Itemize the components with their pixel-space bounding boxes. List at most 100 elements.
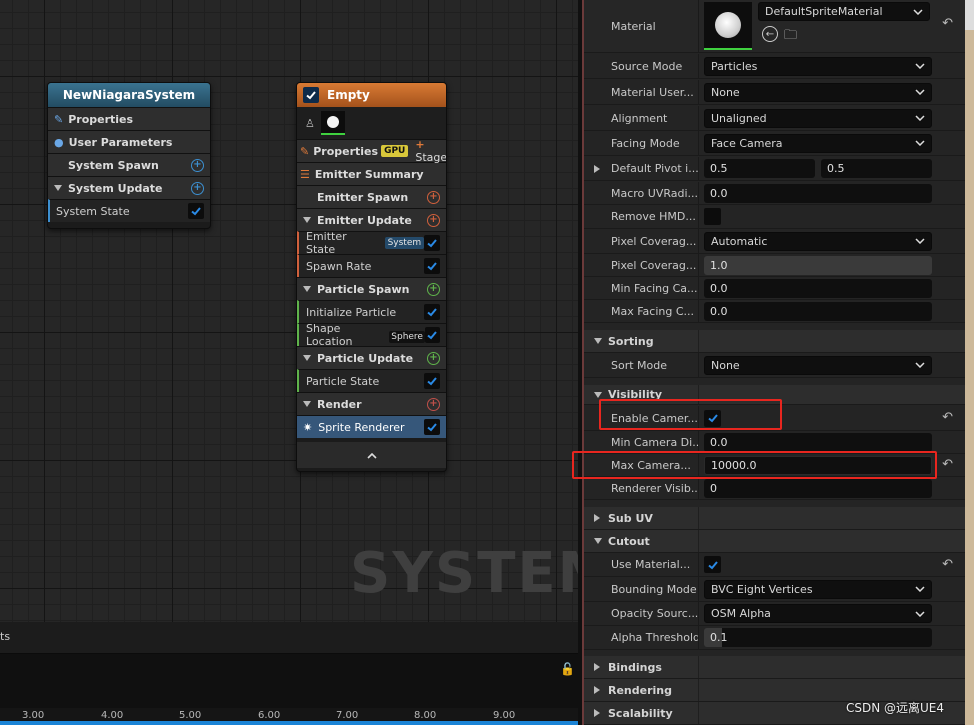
timeline-playback-range[interactable] bbox=[0, 721, 578, 725]
add-module-icon[interactable]: + bbox=[191, 158, 204, 172]
user-parameters-row[interactable]: ● User Parameters bbox=[48, 130, 210, 153]
niagara-graph[interactable]: SYSTEM NewNiagaraSystem ✎ Properties ● U… bbox=[0, 0, 613, 622]
alignment-dropdown[interactable]: Unaligned bbox=[704, 108, 932, 128]
collapse-node-button[interactable] bbox=[297, 442, 446, 468]
browse-icon[interactable]: 🗀 bbox=[784, 26, 797, 48]
max-facing-field[interactable]: 0.0 bbox=[704, 301, 932, 321]
system-node-title[interactable]: NewNiagaraSystem bbox=[48, 83, 210, 107]
collapse-icon[interactable] bbox=[303, 217, 311, 223]
sorting-category[interactable]: Sorting bbox=[584, 330, 965, 353]
reset-to-default-icon[interactable]: ↶ bbox=[942, 16, 953, 31]
enable-checkbox[interactable] bbox=[424, 419, 440, 435]
opacity-source-dropdown[interactable]: OSM Alpha bbox=[704, 604, 932, 623]
enable-checkbox[interactable] bbox=[424, 258, 440, 274]
enable-checkbox[interactable] bbox=[424, 235, 440, 251]
emitter-state-row[interactable]: Emitter State System bbox=[297, 230, 446, 256]
timeline-panel[interactable]: ts 🔓 3.00 4.00 5.00 6.00 7.00 8.00 9.00 bbox=[0, 622, 578, 725]
opacity-source-row: Opacity Sourc... OSM Alpha bbox=[584, 602, 965, 626]
particle-state-row[interactable]: Particle State bbox=[297, 369, 446, 392]
subuv-category[interactable]: Sub UV bbox=[584, 507, 965, 530]
sprite-renderer-label: Sprite Renderer bbox=[318, 420, 405, 434]
emitter-node-title[interactable]: Empty bbox=[297, 83, 446, 107]
add-module-icon[interactable]: + bbox=[427, 213, 440, 227]
sort-mode-dropdown[interactable]: None bbox=[704, 355, 932, 375]
collapse-icon[interactable] bbox=[54, 185, 62, 191]
add-module-icon[interactable]: + bbox=[427, 190, 440, 204]
remove-hmd-checkbox[interactable] bbox=[704, 208, 721, 225]
reset-to-default-icon[interactable]: ↶ bbox=[942, 557, 953, 572]
add-module-icon[interactable]: + bbox=[191, 181, 204, 195]
bounding-mode-dropdown[interactable]: BVC Eight Vertices bbox=[704, 579, 932, 599]
add-module-icon[interactable]: + bbox=[427, 282, 440, 296]
csdn-watermark: CSDN @远离UE4 bbox=[846, 701, 945, 715]
reset-to-default-icon[interactable]: ↶ bbox=[942, 457, 953, 472]
pixel-coverage-mode-dropdown[interactable]: Automatic bbox=[704, 231, 932, 251]
emitter-spawn-row[interactable]: Emitter Spawn + bbox=[297, 185, 446, 208]
emitter-update-row[interactable]: Emitter Update + bbox=[297, 208, 446, 231]
collapse-icon bbox=[594, 538, 602, 544]
initialize-particle-label: Initialize Particle bbox=[306, 305, 397, 319]
sprite-thumbnail[interactable] bbox=[320, 111, 345, 135]
particle-update-row[interactable]: Particle Update + bbox=[297, 346, 446, 369]
emitter-enable-checkbox[interactable] bbox=[303, 87, 319, 103]
min-camera-field[interactable]: 0.0 bbox=[704, 432, 932, 452]
system-state-row[interactable]: System State bbox=[48, 199, 210, 222]
material-row: Material DefaultSpriteMaterial ← 🗀 ↶ bbox=[584, 0, 965, 53]
reset-to-default-icon[interactable]: ↶ bbox=[942, 410, 953, 425]
stage-button[interactable]: + Stage bbox=[415, 138, 446, 164]
timeline-track-area[interactable]: 🔓 bbox=[0, 654, 578, 708]
render-row[interactable]: Render + bbox=[297, 392, 446, 415]
particle-spawn-label: Particle Spawn bbox=[317, 282, 410, 296]
system-update-row[interactable]: System Update + bbox=[48, 176, 210, 199]
particle-spawn-row[interactable]: Particle Spawn + bbox=[297, 277, 446, 300]
collapse-icon[interactable] bbox=[303, 286, 311, 292]
timeline-ruler[interactable]: 3.00 4.00 5.00 6.00 7.00 8.00 9.00 bbox=[0, 705, 578, 721]
enable-checkbox[interactable] bbox=[424, 327, 440, 343]
material-dropdown[interactable]: DefaultSpriteMaterial bbox=[758, 2, 930, 21]
enable-checkbox[interactable] bbox=[424, 304, 440, 320]
alpha-threshold-slider[interactable]: 0.1 bbox=[704, 628, 932, 647]
emitter-node[interactable]: Empty ♙ ✎ Properties GPU + Stage ☰ Emitt… bbox=[296, 82, 447, 472]
emitter-properties-row[interactable]: ✎ Properties GPU + Stage bbox=[297, 138, 446, 164]
enable-checkbox[interactable] bbox=[424, 373, 440, 389]
macro-uv-field[interactable]: 0.0 bbox=[704, 183, 932, 203]
details-panel[interactable]: Material DefaultSpriteMaterial ← 🗀 ↶ Sou… bbox=[572, 0, 965, 725]
facing-mode-dropdown[interactable]: Face Camera bbox=[704, 133, 932, 153]
source-mode-dropdown[interactable]: Particles bbox=[704, 56, 932, 76]
chevron-down-icon bbox=[915, 238, 925, 244]
facing-mode-label: Facing Mode bbox=[611, 136, 680, 150]
min-facing-row: Min Facing Ca... 0.0 bbox=[584, 277, 965, 300]
sphere-badge: Sphere bbox=[389, 330, 425, 343]
spawn-rate-row[interactable]: Spawn Rate bbox=[297, 254, 446, 277]
bindings-category-label: Bindings bbox=[608, 660, 662, 674]
use-material-checkbox[interactable] bbox=[704, 556, 721, 573]
pivot-x-field[interactable]: 0.5 bbox=[704, 159, 815, 178]
collapse-icon[interactable] bbox=[303, 355, 311, 361]
add-renderer-icon[interactable]: + bbox=[427, 397, 440, 411]
system-spawn-row[interactable]: System Spawn + bbox=[48, 153, 210, 176]
min-facing-field[interactable]: 0.0 bbox=[704, 278, 932, 298]
pixel-coverage-blend-slider[interactable]: 1.0 bbox=[704, 255, 932, 275]
cutout-category[interactable]: Cutout bbox=[584, 530, 965, 553]
system-properties-row[interactable]: ✎ Properties bbox=[48, 107, 210, 130]
material-thumbnail[interactable] bbox=[704, 2, 752, 50]
initialize-particle-row[interactable]: Initialize Particle bbox=[297, 300, 446, 323]
collapse-icon bbox=[594, 391, 602, 398]
material-user-dropdown[interactable]: None bbox=[704, 82, 932, 102]
expand-arrow-icon[interactable] bbox=[594, 164, 600, 173]
bindings-category[interactable]: Bindings bbox=[584, 656, 965, 679]
subuv-category-label: Sub UV bbox=[608, 511, 653, 525]
renderer-visibility-field[interactable]: 0 bbox=[704, 478, 932, 498]
enable-checkbox[interactable] bbox=[188, 203, 204, 219]
add-module-icon[interactable]: + bbox=[427, 351, 440, 365]
collapse-icon[interactable] bbox=[303, 401, 311, 407]
material-value: DefaultSpriteMaterial ← 🗀 bbox=[698, 0, 965, 52]
pivot-y-field[interactable]: 0.5 bbox=[821, 159, 932, 178]
shape-location-row[interactable]: Shape Location Sphere bbox=[297, 322, 446, 348]
tick-label: 6.00 bbox=[258, 710, 281, 721]
sprite-renderer-row[interactable]: ✷ Sprite Renderer bbox=[297, 415, 446, 438]
emitter-summary-row[interactable]: ☰ Emitter Summary bbox=[297, 162, 446, 185]
use-selected-icon[interactable]: ← bbox=[762, 26, 778, 42]
lock-icon[interactable]: 🔓 bbox=[560, 662, 575, 676]
system-node[interactable]: NewNiagaraSystem ✎ Properties ● User Par… bbox=[47, 82, 211, 229]
